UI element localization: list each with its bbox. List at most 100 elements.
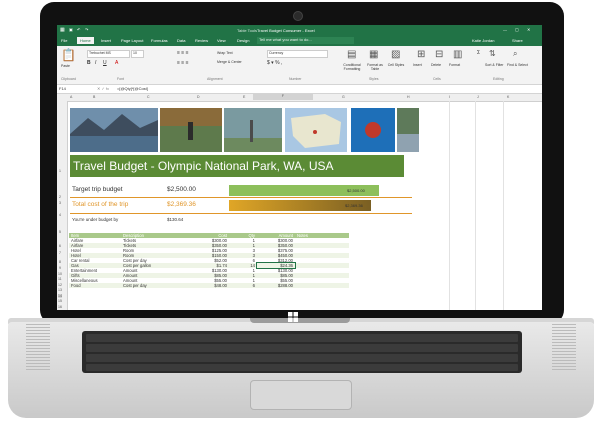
number-format-select[interactable]: Currency: [267, 50, 328, 58]
tab-data[interactable]: Data: [177, 38, 185, 43]
paste-button[interactable]: Paste: [61, 64, 70, 68]
row-header-selected[interactable]: 14: [58, 294, 62, 298]
column-header[interactable]: C: [147, 95, 150, 99]
font-color-button[interactable]: A: [115, 60, 118, 66]
row-header[interactable]: 13: [58, 288, 62, 292]
format-cells-button[interactable]: Format: [449, 63, 460, 67]
font-name-select[interactable]: Trebuchet MS: [87, 50, 130, 58]
tab-formulas[interactable]: Formulas: [151, 38, 168, 43]
tab-page-layout[interactable]: Page Layout: [121, 38, 143, 43]
total-value[interactable]: $2,369.36: [167, 201, 196, 208]
group-clipboard: Clipboard: [61, 77, 76, 81]
merge-center-button[interactable]: Merge & Center: [217, 60, 242, 64]
table-cell[interactable]: Cost per day: [121, 283, 185, 288]
table-cell[interactable]: Food: [69, 283, 121, 288]
insert-cells-button[interactable]: Insert: [413, 63, 422, 67]
wrap-text-button[interactable]: Wrap Text: [217, 51, 233, 55]
row-header[interactable]: 8: [59, 260, 61, 264]
webcam: [293, 11, 303, 21]
format-cells-icon: ▥: [453, 49, 463, 60]
column-header[interactable]: K: [507, 95, 509, 99]
name-box[interactable]: F14: [59, 86, 83, 91]
redo-icon[interactable]: ↷: [85, 27, 88, 32]
row-header[interactable]: 5: [59, 230, 61, 234]
column-header[interactable]: G: [342, 95, 345, 99]
currency-icon[interactable]: $ ▾ % ,: [267, 60, 282, 66]
table-tools-label: Table Tools: [237, 28, 257, 33]
user-name[interactable]: Katie Jordan: [472, 38, 494, 43]
row-header[interactable]: 9: [59, 266, 61, 270]
table-cell[interactable]: $48.00: [185, 283, 229, 288]
autosum-icon[interactable]: Σ: [477, 50, 480, 56]
column-header-selected[interactable]: F: [253, 94, 313, 100]
target-label: Target trip budget: [72, 186, 123, 193]
row-header[interactable]: 15: [58, 299, 62, 303]
row-header[interactable]: 12: [58, 283, 62, 287]
laptop-hinge: [250, 318, 350, 323]
tab-design[interactable]: Design: [237, 38, 249, 43]
italic-button[interactable]: I: [95, 60, 96, 66]
keyboard[interactable]: [82, 331, 522, 373]
align-bottom-icon[interactable]: ≡ ≡ ≡: [177, 60, 189, 66]
row-header[interactable]: 4: [59, 213, 61, 217]
delete-cells-button[interactable]: Delete: [431, 63, 441, 67]
close-button[interactable]: ✕: [527, 27, 530, 32]
sort-filter-icon: ⇅: [489, 49, 496, 58]
row-header[interactable]: 16: [58, 305, 62, 309]
divider: [70, 197, 412, 198]
tab-review[interactable]: Review: [195, 38, 208, 43]
photo-heron: [224, 108, 282, 152]
align-icon[interactable]: ≡ ≡ ≡: [177, 50, 189, 56]
title-bar: ▦ ▣ ↶ ↷ Table Tools Travel Budget Consum…: [57, 25, 542, 36]
tell-me-search[interactable]: Tell me what you want to do...: [257, 37, 354, 44]
find-select-button[interactable]: Find & Select: [507, 63, 528, 67]
row-header[interactable]: 7: [59, 251, 61, 255]
under-budget-value[interactable]: $130.64: [167, 217, 183, 222]
column-header[interactable]: J: [477, 95, 479, 99]
touchpad[interactable]: [250, 380, 352, 410]
undo-icon[interactable]: ↶: [77, 27, 80, 32]
column-header[interactable]: I: [449, 95, 450, 99]
format-as-table-icon: ▦: [369, 49, 379, 60]
underline-button[interactable]: U: [103, 60, 107, 66]
restore-button[interactable]: ▢: [515, 27, 519, 32]
column-header[interactable]: A: [70, 95, 72, 99]
column-header[interactable]: H: [407, 95, 410, 99]
share-button[interactable]: Share: [512, 38, 523, 43]
gridline: [503, 101, 504, 310]
format-as-table-button[interactable]: Format as Table: [365, 63, 385, 71]
table-cell[interactable]: [295, 283, 349, 288]
row-header[interactable]: 6: [59, 244, 61, 248]
cell-styles-button[interactable]: Cell Styles: [387, 63, 405, 67]
tab-home[interactable]: Home: [77, 37, 94, 44]
group-number: Number: [289, 77, 302, 81]
tab-file[interactable]: File: [61, 38, 67, 43]
row-header[interactable]: 10: [58, 272, 62, 276]
font-size-select[interactable]: 10: [131, 50, 144, 58]
minimize-button[interactable]: —: [503, 27, 507, 32]
row-header[interactable]: 2: [59, 195, 61, 199]
column-header[interactable]: E: [243, 95, 245, 99]
bold-button[interactable]: B: [87, 60, 91, 66]
cell-styles-icon: ▨: [391, 49, 401, 60]
column-header[interactable]: B: [93, 95, 95, 99]
save-icon[interactable]: ▣: [69, 27, 73, 32]
divider: [70, 213, 412, 214]
formula-input[interactable]: =[@Qty]*[@Cost]: [117, 86, 148, 91]
column-header[interactable]: D: [197, 95, 200, 99]
windows-logo-icon: [288, 312, 298, 322]
table-cell[interactable]: 6: [229, 283, 257, 288]
row-header[interactable]: 1: [59, 169, 61, 173]
insert-cells-icon: ⊞: [417, 49, 426, 60]
tab-view[interactable]: View: [217, 38, 226, 43]
sort-filter-button[interactable]: Sort & Filter: [485, 63, 503, 67]
tab-insert[interactable]: Insert: [101, 38, 111, 43]
row-header[interactable]: 3: [59, 201, 61, 205]
row-header[interactable]: 11: [58, 277, 62, 281]
conditional-formatting-button[interactable]: Conditional Formatting: [342, 63, 362, 71]
table-cell[interactable]: $288.00: [257, 283, 295, 288]
delete-cells-icon: ⊟: [435, 49, 444, 60]
target-value[interactable]: $2,500.00: [167, 186, 196, 193]
group-styles: Styles: [369, 77, 379, 81]
paste-icon[interactable]: 📋: [61, 49, 76, 61]
